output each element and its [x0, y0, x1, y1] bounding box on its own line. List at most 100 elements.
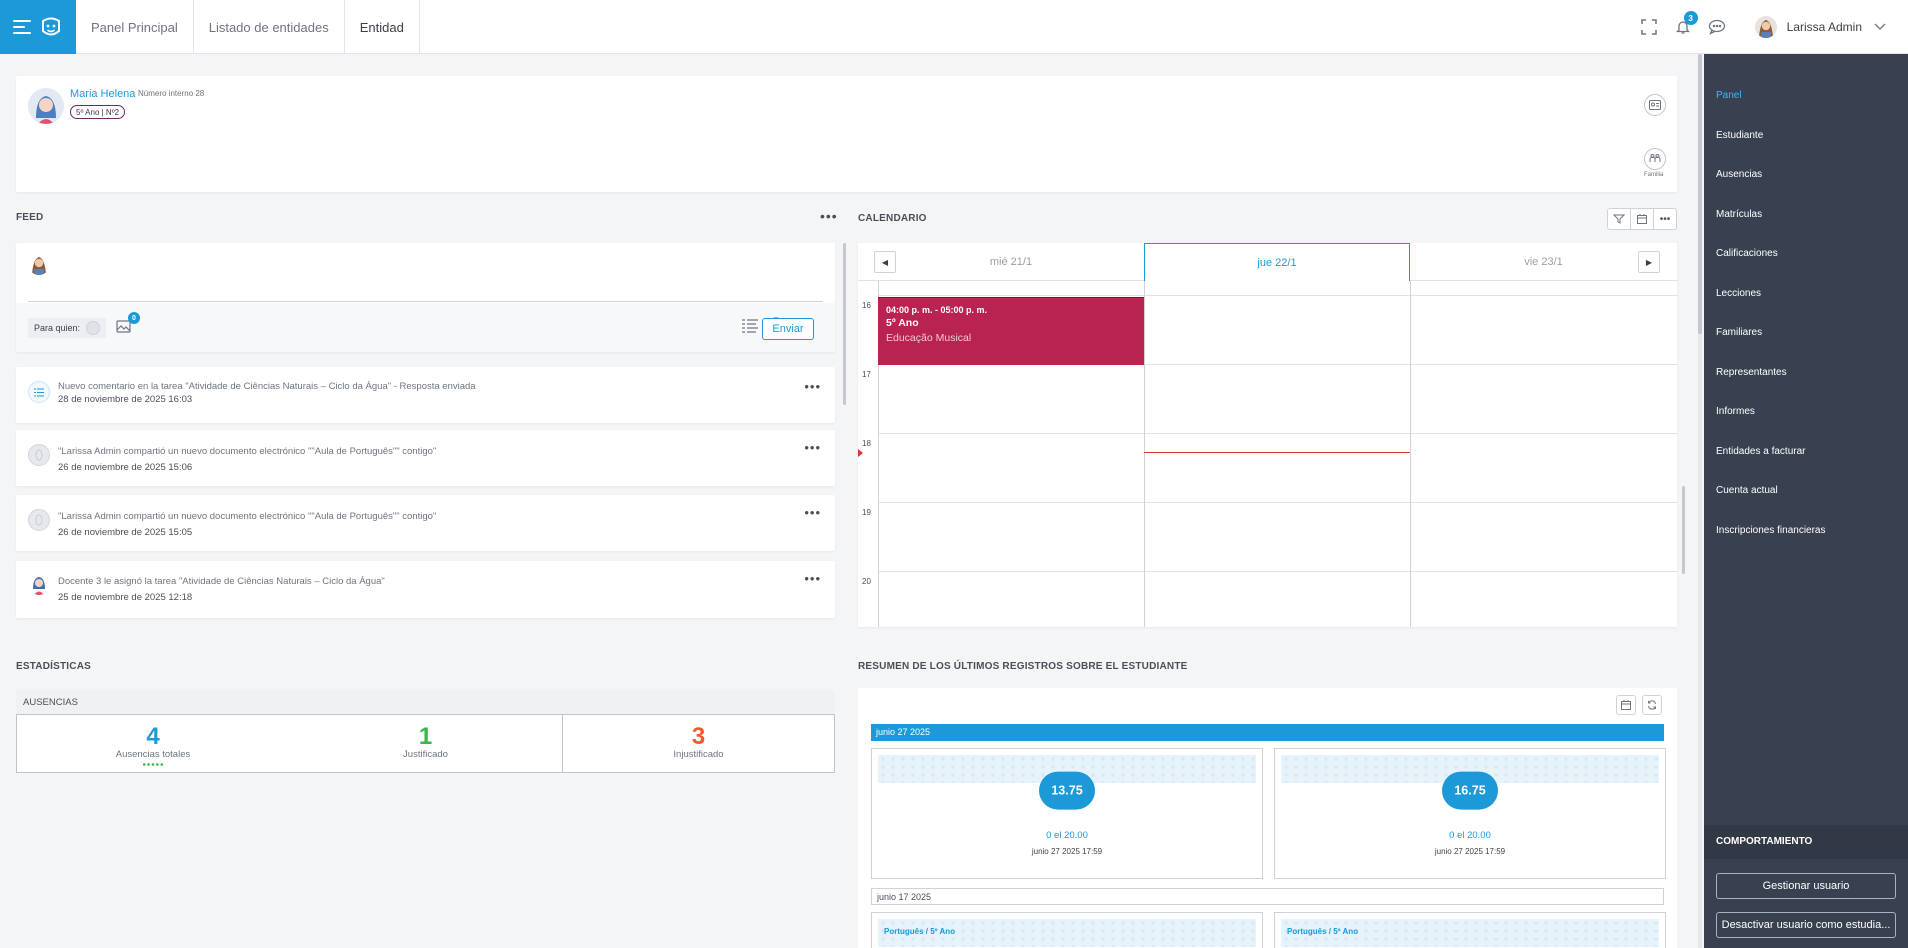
summary-date-header: junio 17 2025: [871, 888, 1664, 905]
notification-badge: 3: [1683, 11, 1698, 25]
hour-line: [878, 433, 1677, 434]
hour-label: 18: [862, 439, 871, 448]
summary-title: RESUMEN DE LOS ÚLTIMOS REGISTROS SOBRE E…: [858, 661, 1188, 672]
grade-card[interactable]: Português / 5º Ano: [871, 912, 1263, 948]
bell-icon[interactable]: 3: [1669, 11, 1698, 41]
more-icon[interactable]: •••: [804, 505, 821, 520]
breadcrumb: Panel Principal Listado de entidades Ent…: [76, 0, 420, 54]
user-placeholder-icon: [28, 444, 50, 466]
stats-title: ESTADÍSTICAS: [16, 661, 91, 672]
grade-scale: 0 el 20.00: [1046, 830, 1088, 841]
event-time: 04:00 p. m. - 05:00 p. m.: [886, 305, 988, 315]
grade-card[interactable]: Português / 5º Ano: [1274, 912, 1666, 948]
student-card: Maria Helena Número interno 28 5º Ano | …: [16, 76, 1677, 192]
grade-card[interactable]: 13.75 0 el 20.00 junio 27 2025 17:59: [871, 748, 1263, 879]
sidebar-item-matriculas[interactable]: Matrículas: [1716, 209, 1762, 220]
send-button[interactable]: Enviar: [762, 318, 814, 340]
calendar-icon[interactable]: [1631, 209, 1654, 229]
summary-calendar-icon[interactable]: [1616, 695, 1636, 715]
calendar-more-icon[interactable]: •••: [1654, 209, 1676, 229]
grade-card[interactable]: 16.75 0 el 20.00 junio 27 2025 17:59: [1274, 748, 1666, 879]
stat-total-absences[interactable]: 4 Ausencias totales: [17, 715, 289, 772]
feed-scrollbar[interactable]: [843, 243, 846, 405]
sidebar-item-entidades-facturar[interactable]: Entidades a facturar: [1716, 446, 1806, 457]
hour-label: 17: [862, 370, 871, 379]
current-time-line: [1144, 452, 1410, 453]
feed-item[interactable]: Nuevo comentario en la tarea "Atividade …: [16, 367, 835, 423]
crumb-listado-entidades[interactable]: Listado de entidades: [194, 0, 345, 54]
composer-avatar: [28, 253, 50, 275]
stat-total-value: 4: [146, 723, 160, 750]
sidebar-item-informes[interactable]: Informes: [1716, 406, 1755, 417]
grade-value: 13.75: [1039, 771, 1095, 810]
right-sidebar: Panel Estudiante Ausencias Matrículas Ca…: [1704, 54, 1908, 948]
sidebar-item-lecciones[interactable]: Lecciones: [1716, 288, 1761, 299]
stat-unjustified-label: Injustificado: [673, 749, 724, 760]
user-menu[interactable]: Larissa Admin: [1754, 16, 1886, 38]
feed-item[interactable]: "Larissa Admin compartió un nuevo docume…: [16, 430, 835, 486]
student-internal-number: Número interno 28: [138, 89, 205, 98]
crumb-entidad: Entidad: [345, 0, 420, 54]
sidebar-item-familiares[interactable]: Familiares: [1716, 327, 1762, 338]
calendar-event[interactable]: 04:00 p. m. - 05:00 p. m. 5º Ano Educaçã…: [878, 297, 1144, 365]
image-attach-icon[interactable]: 0: [116, 312, 140, 334]
grade-scale: 0 el 20.00: [1449, 830, 1491, 841]
page-scrollbar[interactable]: [1698, 54, 1702, 948]
sidebar-item-calificaciones[interactable]: Calificaciones: [1716, 248, 1778, 259]
id-card-icon[interactable]: [1644, 94, 1666, 116]
feed-item-text: Docente 3 le asignó la tarea "Atividade …: [58, 576, 385, 587]
more-icon[interactable]: •••: [804, 571, 821, 586]
family-icon[interactable]: [1644, 148, 1666, 170]
day-header-fri[interactable]: vie 23/1: [1410, 243, 1677, 281]
dotted-indicator: [142, 763, 164, 766]
calendar-prev-button[interactable]: ◀: [874, 251, 896, 273]
hour-line: [878, 502, 1677, 503]
deactivate-user-button[interactable]: Desactivar usuario como estudia...: [1716, 912, 1896, 938]
sidebar-item-ausencias[interactable]: Ausencias: [1716, 169, 1762, 180]
day-header-thu[interactable]: jue 22/1: [1144, 243, 1410, 281]
sidebar-item-representantes[interactable]: Representantes: [1716, 367, 1787, 378]
stat-justified[interactable]: 1 Justificado: [289, 715, 562, 772]
more-icon[interactable]: •••: [804, 440, 821, 455]
hour-label: 16: [862, 301, 871, 310]
filter-icon[interactable]: [1608, 209, 1631, 229]
student-class-tag: 5º Ano | Nº2: [70, 105, 126, 119]
student-name[interactable]: Maria Helena: [70, 88, 135, 100]
grade-date: junio 27 2025 17:59: [1434, 847, 1506, 856]
docente-avatar: [28, 573, 50, 595]
feed-item[interactable]: Docente 3 le asignó la tarea "Atividade …: [16, 561, 835, 618]
menu-icon[interactable]: [13, 20, 31, 34]
recipient-placeholder-icon: [86, 321, 101, 335]
recipient-selector[interactable]: Para quien:: [28, 318, 107, 338]
more-icon[interactable]: •••: [804, 379, 821, 394]
feed-more-icon[interactable]: •••: [820, 208, 838, 224]
calendar-title: CALENDARIO: [858, 213, 927, 224]
manage-user-button[interactable]: Gestionar usuario: [1716, 873, 1896, 899]
sidebar-item-panel[interactable]: Panel: [1716, 90, 1742, 101]
feed-item[interactable]: "Larissa Admin compartió un nuevo docume…: [16, 495, 835, 551]
day-divider: [1410, 281, 1411, 627]
sidebar-item-estudiante[interactable]: Estudiante: [1716, 130, 1763, 141]
calendar-scrollbar[interactable]: [1682, 486, 1685, 574]
refresh-icon[interactable]: [1642, 695, 1662, 715]
grade-value: 16.75: [1442, 771, 1498, 810]
grade-date: junio 27 2025 17:59: [1031, 847, 1103, 856]
chat-icon[interactable]: [1703, 13, 1731, 41]
sidebar-item-inscripciones[interactable]: Inscripciones financieras: [1716, 525, 1826, 536]
composer-input-underline[interactable]: [28, 301, 823, 302]
user-name: Larissa Admin: [1786, 20, 1862, 34]
fullscreen-icon[interactable]: [1635, 13, 1663, 41]
calendar-next-button[interactable]: ▶: [1638, 251, 1660, 273]
hour-line: [878, 571, 1677, 572]
sidebar-item-cuenta-actual[interactable]: Cuenta actual: [1716, 485, 1778, 496]
crumb-panel-principal[interactable]: Panel Principal: [76, 0, 194, 54]
day-header-wed[interactable]: mié 21/1: [878, 243, 1144, 281]
stat-total-label: Ausencias totales: [115, 749, 191, 760]
task-list-icon[interactable]: [741, 318, 759, 334]
top-right-tools: 3 Larissa Admin: [1635, 0, 1908, 54]
day-divider: [1144, 281, 1145, 627]
brand-area: [0, 0, 76, 54]
card-body: 16.75 0 el 20.00 junio 27 2025 17:59: [1287, 771, 1653, 869]
student-avatar: [28, 88, 64, 124]
stat-unjustified[interactable]: 3 Injustificado: [563, 715, 834, 772]
